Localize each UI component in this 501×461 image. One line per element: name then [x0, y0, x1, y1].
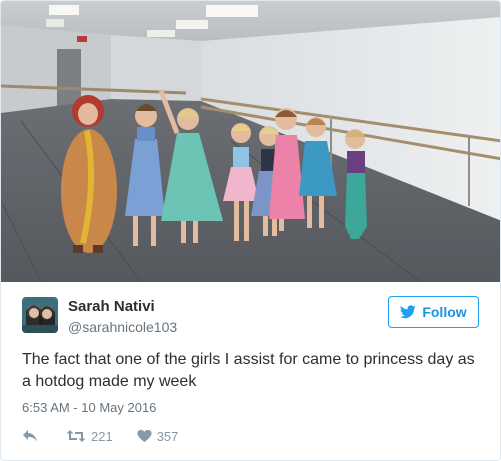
tweet-text: The fact that one of the girls I assist …: [22, 351, 475, 390]
timestamp[interactable]: 6:53 AM - 10 May 2016: [22, 400, 156, 415]
follow-label: Follow: [422, 304, 467, 320]
avatar[interactable]: [22, 297, 58, 333]
tweet-photo-image: [1, 1, 500, 282]
reply-button[interactable]: [22, 429, 38, 443]
display-name[interactable]: Sarah Nativi: [68, 298, 155, 315]
like-button[interactable]: 357: [137, 428, 179, 444]
retweet-count: 221: [91, 428, 113, 444]
avatar-image: [22, 297, 58, 333]
twitter-bird-icon: [400, 305, 417, 319]
reply-arrow-icon: [22, 429, 38, 443]
retweet-icon: [66, 429, 86, 443]
tweet-actions: 221 357: [22, 427, 178, 445]
tweet-photo[interactable]: [1, 1, 500, 282]
user-handle[interactable]: @sarahnicole103: [68, 319, 177, 335]
retweet-button[interactable]: 221: [66, 429, 113, 444]
heart-icon: [137, 429, 152, 443]
tweet-card: Sarah Nativi @sarahnicole103 Follow The …: [0, 0, 501, 461]
follow-button[interactable]: Follow: [388, 296, 479, 328]
like-count: 357: [156, 428, 179, 444]
